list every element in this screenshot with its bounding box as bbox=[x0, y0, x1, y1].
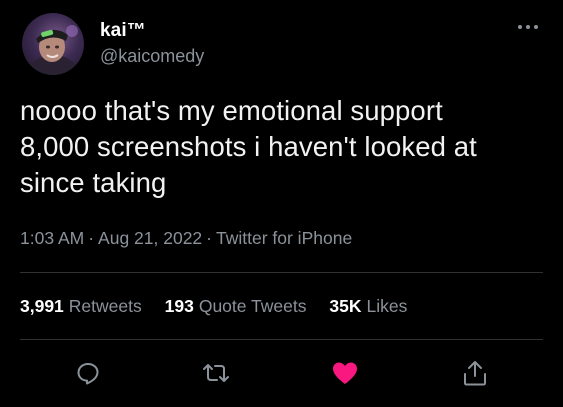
retweets-label: Retweets bbox=[68, 296, 142, 316]
retweet-button[interactable] bbox=[201, 358, 231, 388]
likes-label: Likes bbox=[366, 296, 408, 316]
share-icon bbox=[464, 361, 486, 386]
avatar-image bbox=[27, 25, 79, 75]
quote-tweets-stat[interactable]: 193 Quote Tweets bbox=[165, 296, 307, 316]
user-handle[interactable]: @kaicomedy bbox=[100, 46, 204, 67]
display-name[interactable]: kai™ bbox=[100, 20, 146, 42]
heart-icon bbox=[333, 362, 357, 384]
divider bbox=[20, 339, 543, 340]
reply-icon bbox=[77, 363, 99, 385]
meta-separator: · bbox=[206, 228, 212, 248]
retweet-icon bbox=[203, 364, 229, 382]
tweet-card: kai™ @kaicomedy noooo that's my emotiona… bbox=[0, 0, 563, 407]
retweets-stat[interactable]: 3,991 Retweets bbox=[20, 296, 142, 316]
likes-stat[interactable]: 35K Likes bbox=[329, 296, 407, 316]
tweet-time[interactable]: 1:03 AM bbox=[20, 228, 84, 248]
tweet-date[interactable]: Aug 21, 2022 bbox=[98, 228, 202, 248]
quote-tweets-label: Quote Tweets bbox=[198, 296, 307, 316]
tweet-meta: 1:03 AM · Aug 21, 2022 · Twitter for iPhone bbox=[20, 228, 352, 249]
tweet-text: noooo that's my emotional support 8,000 … bbox=[20, 95, 477, 198]
meta-separator: · bbox=[88, 228, 95, 248]
reply-button[interactable] bbox=[73, 358, 103, 388]
action-bar bbox=[0, 358, 563, 390]
more-horizontal-icon[interactable] bbox=[516, 20, 540, 34]
likes-count: 35K bbox=[329, 296, 362, 316]
retweets-count: 3,991 bbox=[20, 296, 64, 316]
quote-tweets-count: 193 bbox=[164, 296, 194, 316]
avatar[interactable] bbox=[22, 13, 84, 75]
share-button[interactable] bbox=[460, 358, 490, 388]
tweet-source[interactable]: Twitter for iPhone bbox=[216, 228, 352, 248]
divider bbox=[20, 272, 543, 273]
like-button[interactable] bbox=[330, 358, 360, 388]
tweet-stats: 3,991 Retweets 193 Quote Tweets 35K Likes bbox=[20, 296, 425, 317]
